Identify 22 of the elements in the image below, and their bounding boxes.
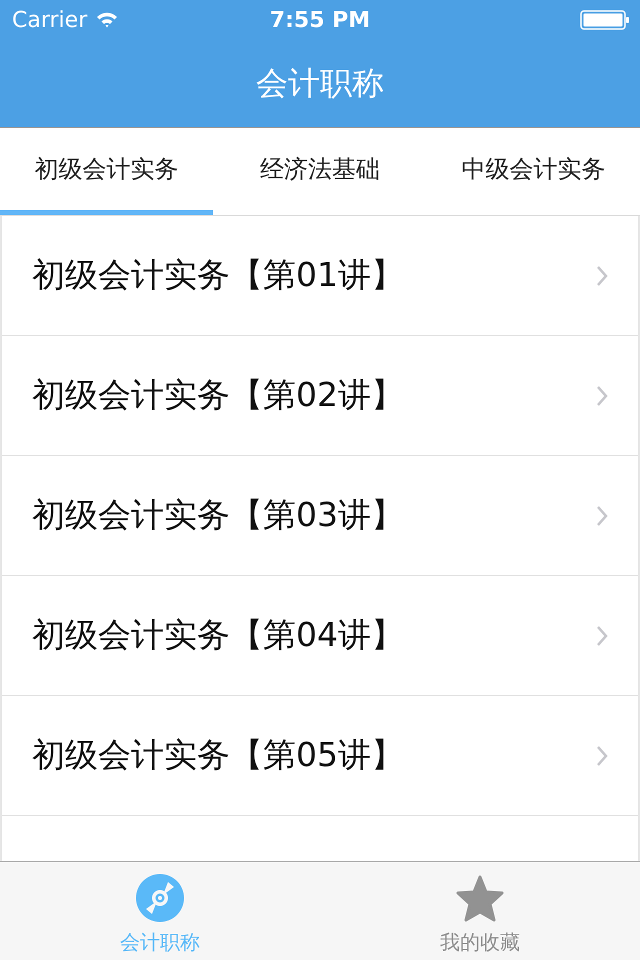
chevron-icon — [596, 624, 608, 646]
lesson-row[interactable]: 初级会计实务【第02讲】 — [2, 336, 638, 456]
page-title: 会计职称 — [256, 62, 384, 104]
chevron-icon — [596, 744, 608, 766]
carrier-label: Carrier — [12, 8, 88, 32]
lesson-title: 初级会计实务【第02讲】 — [32, 374, 404, 416]
status-time: 7:55 PM — [270, 8, 370, 32]
lesson-row[interactable]: 初级会计实务【第04讲】 — [2, 576, 638, 696]
chevron-icon — [596, 264, 608, 286]
wifi-icon — [95, 11, 120, 29]
lesson-title: 初级会计实务【第04讲】 — [32, 614, 404, 656]
lesson-row[interactable]: 初级会计实务【第05讲】 — [2, 696, 638, 816]
lesson-row[interactable]: 初级会计实务【第03讲】 — [2, 456, 638, 576]
disc-icon — [135, 873, 185, 923]
lesson-title: 初级会计实务【第03讲】 — [32, 494, 404, 536]
chevron-icon — [596, 384, 608, 406]
lesson-title: 初级会计实务【第05讲】 — [32, 734, 404, 776]
lesson-row[interactable]: 初级会计实务【第01讲】 — [2, 216, 638, 336]
chevron-icon — [596, 504, 608, 526]
star-icon — [455, 875, 505, 923]
lesson-title: 初级会计实务【第01讲】 — [32, 254, 404, 296]
battery-icon — [580, 10, 630, 30]
